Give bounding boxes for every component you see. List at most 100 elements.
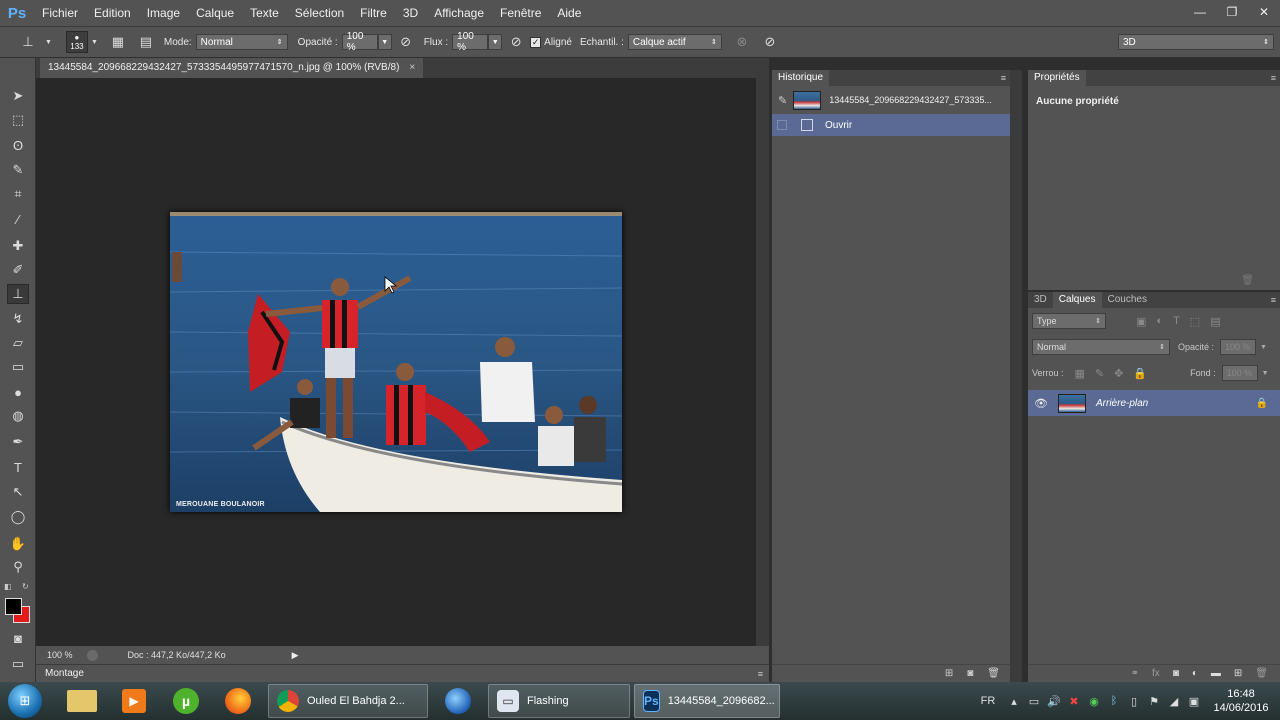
fill-input[interactable]: 100 %: [1221, 365, 1258, 381]
healing-brush-tool-icon[interactable]: ✚: [7, 236, 29, 256]
close-button[interactable]: ✕: [1248, 0, 1280, 24]
ignore-adjustment-icon[interactable]: ⊗: [732, 32, 752, 52]
network-icon[interactable]: ◢: [1164, 695, 1184, 708]
history-scrollbar[interactable]: [1010, 70, 1022, 682]
brush-panel-icon[interactable]: ▦: [108, 32, 128, 52]
brush-tool-icon[interactable]: ✐: [7, 260, 29, 280]
menu-selection[interactable]: Sélection: [287, 0, 352, 26]
path-selection-tool-icon[interactable]: ↖: [7, 482, 29, 502]
camera-icon[interactable]: ◙: [967, 668, 973, 679]
lock-transparency-icon[interactable]: ▦: [1075, 367, 1085, 380]
document-tab[interactable]: 13445584_20966822943​2427_57333544959774…: [40, 58, 424, 78]
restore-button[interactable]: ❐: [1216, 0, 1248, 24]
lock-paint-icon[interactable]: ✎: [1095, 367, 1104, 380]
pressure-size-icon[interactable]: ⊘: [760, 32, 780, 52]
tab-historique[interactable]: Historique: [772, 70, 830, 86]
taskbar-app-photoshop[interactable]: Ps 13445584_2096682...: [634, 684, 780, 718]
blend-mode-select[interactable]: Normal ⇕: [1032, 339, 1170, 355]
opacity-input[interactable]: 100 %: [341, 31, 378, 53]
type-tool-icon[interactable]: T: [7, 457, 29, 477]
history-snapshot[interactable]: ✎ 13445584_209668229432427_573335...: [772, 86, 1010, 114]
canvas-vertical-scrollbar[interactable]: [756, 78, 769, 646]
pressure-opacity-icon[interactable]: ⊘: [396, 32, 416, 52]
mini-bridge-label[interactable]: Montage: [45, 668, 84, 679]
menu-fenetre[interactable]: Fenêtre: [492, 0, 549, 26]
chevron-down-icon[interactable]: ▼: [91, 39, 98, 46]
close-icon[interactable]: ×: [409, 58, 415, 78]
explorer-icon[interactable]: [56, 683, 108, 719]
clone-source-icon[interactable]: ▤: [136, 32, 156, 52]
chevron-down-icon[interactable]: ▼: [1262, 370, 1269, 377]
trash-icon[interactable]: 🗑: [987, 668, 1000, 679]
show-hidden-icons-icon[interactable]: ▴: [1004, 695, 1024, 708]
screen-mode-icon[interactable]: ▭: [7, 654, 29, 674]
workspace-select[interactable]: 3D ⇕: [1118, 34, 1274, 50]
filter-smart-object-icon[interactable]: ▤: [1210, 315, 1220, 328]
lock-all-icon[interactable]: 🔒: [1133, 367, 1147, 380]
google-earth-icon[interactable]: [432, 683, 484, 719]
foreground-color-swatch[interactable]: [5, 598, 22, 615]
bluetooth-icon[interactable]: ᛒ: [1104, 695, 1124, 707]
eraser-tool-icon[interactable]: ▱: [7, 333, 29, 353]
flux-dropdown[interactable]: ▼: [488, 34, 503, 50]
menu-filtre[interactable]: Filtre: [352, 0, 395, 26]
ellipse-tool-icon[interactable]: ◯: [7, 507, 29, 527]
crop-tool-icon[interactable]: ⌗: [7, 184, 29, 204]
layer-opacity-input[interactable]: 100 %: [1220, 339, 1257, 355]
tab-3d[interactable]: 3D: [1028, 292, 1053, 308]
add-mask-icon[interactable]: ◙: [1173, 668, 1179, 679]
document-canvas[interactable]: MEROUANE BOULANOIR: [36, 78, 756, 646]
dodge-tool-icon[interactable]: ◍: [7, 406, 29, 426]
media-player-icon[interactable]: ▶: [108, 683, 160, 719]
lock-move-icon[interactable]: ✥: [1114, 367, 1123, 380]
mode-select[interactable]: Normal ⇕: [195, 34, 288, 50]
update-icon[interactable]: ◉: [1084, 695, 1104, 708]
swap-colors-icon[interactable]: ↻: [22, 582, 29, 591]
sample-select[interactable]: Calque actif ⇕: [627, 34, 722, 50]
quick-selection-tool-icon[interactable]: ✎: [7, 160, 29, 180]
zoom-level[interactable]: 100 %: [47, 650, 73, 660]
history-brush-source-checkbox[interactable]: [777, 120, 787, 130]
menu-3d[interactable]: 3D: [395, 0, 426, 26]
menu-edition[interactable]: Edition: [86, 0, 139, 26]
quick-mask-icon[interactable]: ◙: [7, 628, 29, 648]
notifications-icon[interactable]: ▣: [1184, 695, 1204, 708]
taskbar-app-chrome[interactable]: Ouled El Bahdja 2...: [268, 684, 428, 718]
chevron-down-icon[interactable]: ▼: [1260, 344, 1267, 351]
panel-menu-icon[interactable]: ≡: [1001, 73, 1006, 83]
default-colors-icon[interactable]: ◧: [4, 582, 12, 591]
new-layer-icon[interactable]: ⊞: [1234, 668, 1242, 679]
filter-type-icon[interactable]: T: [1173, 315, 1180, 327]
menu-calque[interactable]: Calque: [188, 0, 242, 26]
layer-row[interactable]: 👁 Arrière-plan 🔒: [1028, 390, 1280, 416]
volume-icon[interactable]: 🔊: [1044, 695, 1064, 708]
panel-menu-icon[interactable]: ≡: [1271, 73, 1276, 83]
filter-shape-icon[interactable]: ⬚: [1190, 315, 1200, 328]
clock[interactable]: 16:48 14/06/2016: [1212, 687, 1270, 715]
filter-pixel-icon[interactable]: ▣: [1136, 315, 1146, 328]
blur-tool-icon[interactable]: ●: [7, 382, 29, 402]
tab-calques[interactable]: Calques: [1052, 292, 1102, 308]
layer-filter-select[interactable]: Type ⇕: [1032, 313, 1106, 329]
minimize-button[interactable]: —: [1184, 0, 1216, 24]
trash-icon[interactable]: 🗑: [1255, 668, 1268, 679]
new-group-icon[interactable]: ▬: [1211, 668, 1221, 679]
adjustment-layer-icon[interactable]: ◐: [1192, 668, 1198, 679]
layer-name[interactable]: Arrière-plan: [1096, 398, 1148, 409]
export-icon[interactable]: [86, 649, 98, 661]
flag-icon[interactable]: ⚑: [1144, 695, 1164, 708]
clone-stamp-tool-icon[interactable]: ⊥: [7, 284, 29, 304]
layer-style-icon[interactable]: fx: [1152, 668, 1160, 679]
eyedropper-tool-icon[interactable]: ⁄: [7, 209, 29, 229]
tab-couches[interactable]: Couches: [1102, 292, 1153, 308]
brush-size-picker[interactable]: ● 133: [65, 31, 88, 53]
chevron-down-icon[interactable]: ▼: [45, 39, 52, 46]
panel-menu-icon[interactable]: ≡: [758, 665, 763, 683]
hand-tool-icon[interactable]: ✋: [7, 534, 29, 554]
airbrush-icon[interactable]: ⊘: [506, 32, 526, 52]
clone-stamp-preset-icon[interactable]: ⊥: [18, 32, 38, 52]
lasso-tool-icon[interactable]: ʘ: [7, 135, 29, 155]
menu-image[interactable]: Image: [139, 0, 188, 26]
history-brush-source-icon[interactable]: ✎: [778, 94, 787, 107]
move-tool-icon[interactable]: ➤: [7, 86, 29, 106]
